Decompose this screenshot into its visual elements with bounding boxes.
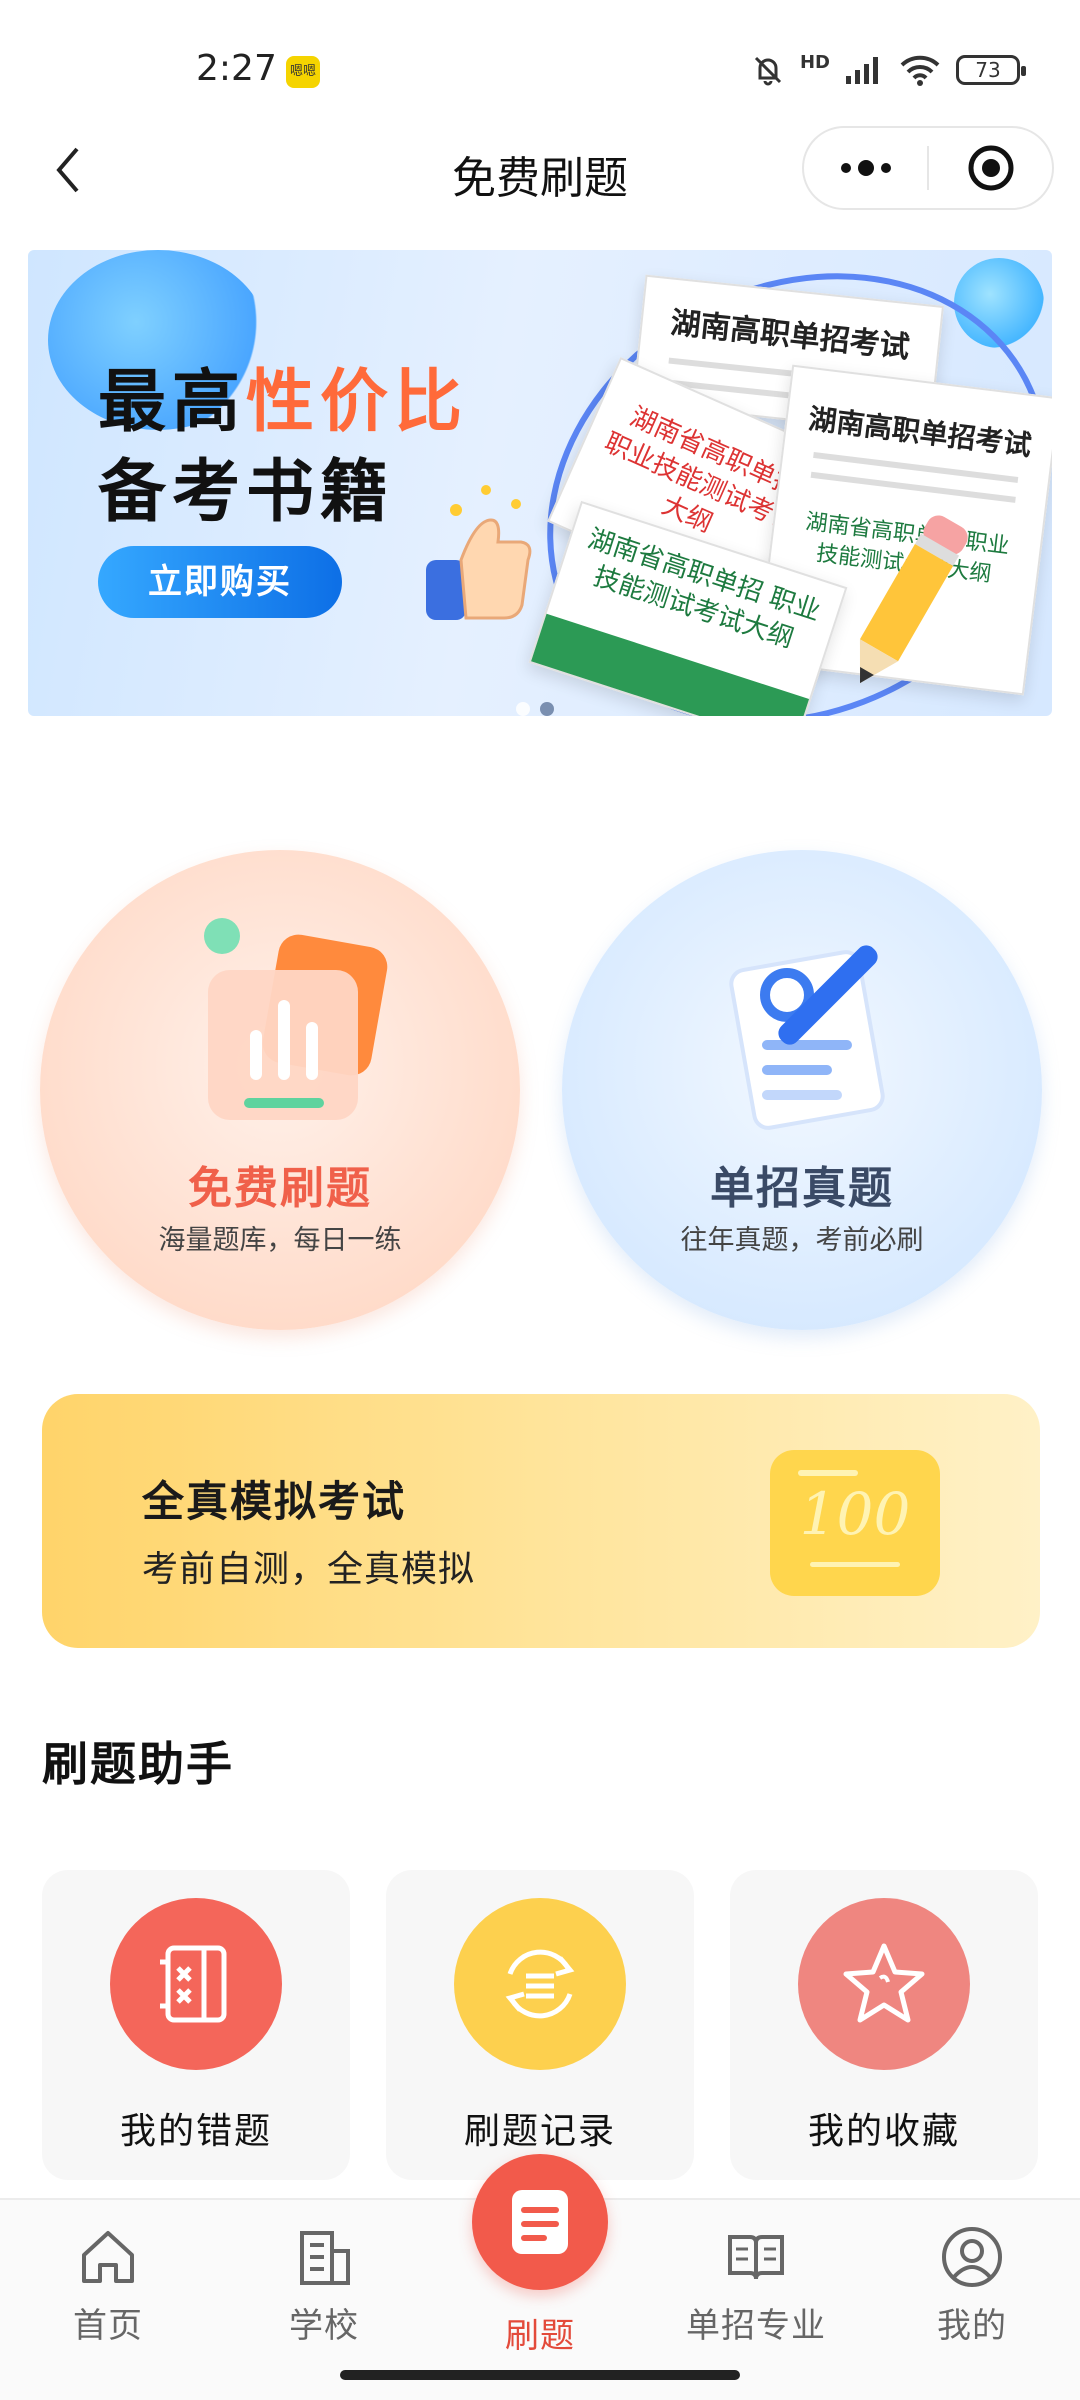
feature-title: 免费刷题 (188, 1163, 372, 1214)
tab-label: 首页 (73, 2306, 143, 2346)
mock-exam-card[interactable]: 全真模拟考试 考前自测，全真模拟 100 (42, 1394, 1040, 1648)
carousel-dot-active[interactable] (540, 702, 554, 716)
tab-profile[interactable]: 我的 (872, 2222, 1072, 2347)
mock-exam-subtitle: 考前自测，全真模拟 (142, 1549, 476, 1590)
profile-icon (937, 2222, 1007, 2292)
thumbs-up-icon (426, 485, 532, 620)
mini-program-capsule (802, 126, 1054, 210)
more-options-button[interactable] (804, 128, 927, 208)
app-notification-badge: 嗯嗯 (286, 56, 320, 88)
target-close-icon (968, 145, 1013, 191)
practice-history-icon (454, 1898, 626, 2070)
practice-icon (512, 2190, 568, 2254)
navigation-bar: 免费刷题 (0, 120, 1080, 220)
score-icon-text: 100 (799, 1480, 911, 1548)
feature-subtitle: 海量题库，每日一练 (158, 1225, 402, 1256)
signal-icon (846, 57, 878, 84)
tab-label: 我的 (937, 2306, 1007, 2346)
close-mini-program-button[interactable] (929, 128, 1052, 208)
helper-label: 我的错题 (119, 2111, 272, 2152)
school-icon (289, 2222, 359, 2292)
feature-subtitle: 往年真题，考前必刷 (680, 1225, 924, 1256)
tab-label: 单招专业 (686, 2306, 826, 2346)
banner-headline: 最高性价比 (98, 346, 468, 445)
helper-label: 我的收藏 (807, 2111, 960, 2152)
tab-label-active: 刷题 (505, 2316, 575, 2356)
tab-practice[interactable] (472, 2154, 608, 2290)
favorites-star-icon (798, 1898, 970, 2070)
status-time: 2:27 (196, 48, 277, 89)
headline-highlight: 性价比 (246, 363, 469, 442)
favorites-card[interactable]: 我的收藏 (730, 1870, 1038, 2180)
free-practice-card[interactable]: 免费刷题 海量题库，每日一练 (40, 850, 520, 1330)
carousel-dot[interactable] (516, 702, 530, 716)
chart-cards-icon (204, 918, 388, 1120)
mock-exam-title: 全真模拟考试 (142, 1477, 407, 1526)
status-bar: 2:27 嗯嗯 HD 73 (0, 0, 1080, 130)
wifi-icon (900, 55, 940, 86)
banner-headline-line2: 备考书籍 (98, 453, 395, 532)
wrong-answers-card[interactable]: 我的错题 (42, 1870, 350, 2180)
tab-home[interactable]: 首页 (8, 2222, 208, 2347)
tab-majors[interactable]: 单招专业 (656, 2222, 856, 2347)
tab-label: 学校 (289, 2306, 359, 2346)
feature-title: 单招真题 (710, 1163, 894, 1214)
network-type-label: HD (799, 52, 830, 73)
wrong-answers-icon (110, 1898, 282, 2070)
promo-banner[interactable]: 最高性价比 备考书籍 立即购买 湖南高职单招考试 湖南省高职单招 职业技能测试考… (28, 250, 1052, 716)
mute-bell-icon (754, 56, 782, 86)
home-indicator[interactable] (340, 2370, 740, 2380)
section-title: 刷题助手 (42, 1737, 234, 1791)
majors-book-icon (721, 2222, 791, 2292)
carousel-indicator (516, 702, 554, 716)
status-icons: HD 73 (750, 52, 1026, 88)
headline-prefix: 最高 (98, 363, 247, 442)
tab-school[interactable]: 学校 (224, 2222, 424, 2347)
helper-label: 刷题记录 (463, 2111, 616, 2152)
practice-history-card[interactable]: 刷题记录 (386, 1870, 694, 2180)
more-dots-icon (840, 160, 891, 176)
score-100-icon: 100 (770, 1450, 940, 1596)
buy-now-button[interactable]: 立即购买 (98, 546, 342, 618)
book-title: 湖南高职单招考试 (668, 305, 912, 366)
home-icon (73, 2222, 143, 2292)
exam-paper-pen-icon (729, 945, 885, 1130)
past-exam-card[interactable]: 单招真题 往年真题，考前必刷 (562, 850, 1042, 1330)
battery-indicator: 73 (956, 55, 1026, 85)
